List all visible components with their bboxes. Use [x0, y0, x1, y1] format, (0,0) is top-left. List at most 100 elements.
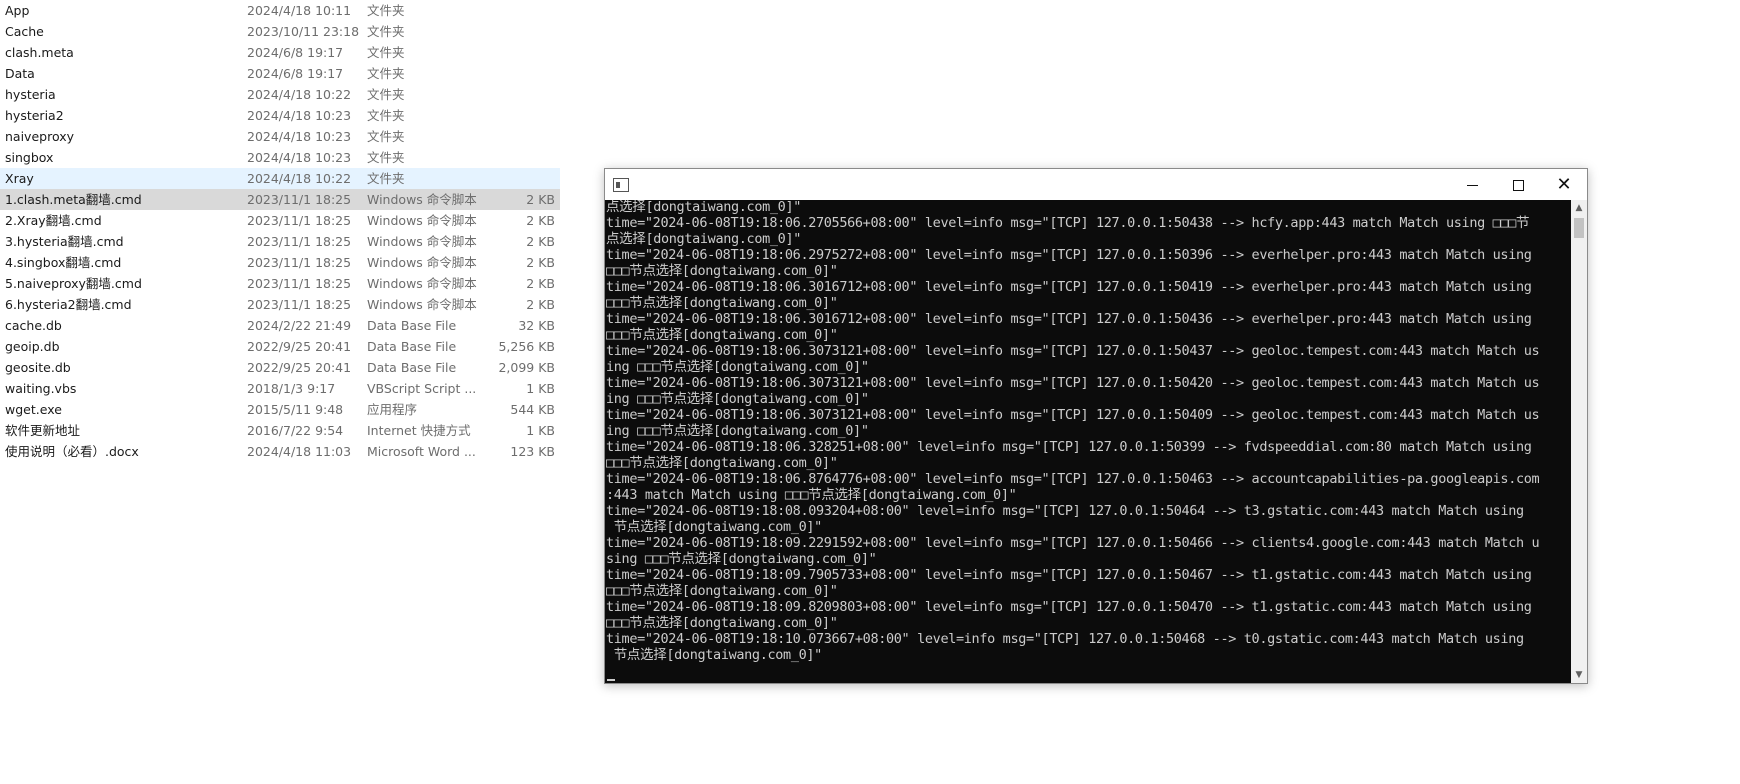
console-line: time="2024-06-08T19:18:06.3016712+08:00"…: [606, 311, 1532, 327]
file-type: Windows 命令脚本: [367, 255, 477, 270]
file-row[interactable]: geoip.db 2022/9/25 20:41 Data Base File 5,2…: [0, 336, 560, 357]
maximize-button[interactable]: [1495, 169, 1541, 200]
file-row[interactable]: Xray 2024/4/18 10:22 文件夹: [0, 168, 560, 189]
file-name: clash.meta: [5, 45, 74, 60]
file-row[interactable]: 1.clash.meta翻墙.cmd 2023/11/1 18:25 Windows…: [0, 189, 560, 210]
file-type: VBScript Script ...: [367, 381, 477, 396]
file-name: geoip.db: [5, 339, 60, 354]
file-row[interactable]: 软件更新地址 2016/7/22 9:54 Internet 快捷方式 1 KB: [0, 420, 560, 441]
file-name: 4.singbox翻墙.cmd: [5, 255, 122, 270]
console-line: □□□节点选择[dongtaiwang.com_0]": [606, 583, 838, 599]
console-line: time="2024-06-08T19:18:06.2705566+08:00"…: [606, 215, 1530, 231]
file-row[interactable]: hysteria2 2024/4/18 10:23 文件夹: [0, 105, 560, 126]
file-type: Windows 命令脚本: [367, 192, 477, 207]
file-name: 6.hysteria2翻墙.cmd: [5, 297, 132, 312]
file-row[interactable]: clash.meta 2024/6/8 19:17 文件夹: [0, 42, 560, 63]
file-row[interactable]: 5.naiveproxy翻墙.cmd 2023/11/1 18:25 Windows…: [0, 273, 560, 294]
console-line: time="2024-06-08T19:18:09.7905733+08:00"…: [606, 567, 1532, 583]
console-line: ing □□□节点选择[dongtaiwang.com_0]": [606, 423, 869, 439]
file-type: 文件夹: [367, 45, 405, 60]
file-row[interactable]: singbox 2024/4/18 10:23 文件夹: [0, 147, 560, 168]
file-row[interactable]: waiting.vbs 2018/1/3 9:17 VBScript Script …: [0, 378, 560, 399]
scroll-thumb[interactable]: [1574, 218, 1584, 238]
file-size: 1 KB: [526, 423, 555, 438]
file-name: hysteria2: [5, 108, 64, 123]
file-type: Internet 快捷方式: [367, 423, 471, 438]
file-type: Windows 命令脚本: [367, 234, 477, 249]
console-line: □□□节点选择[dongtaiwang.com_0]": [606, 295, 838, 311]
scroll-up-arrow-icon[interactable]: ▲: [1571, 200, 1587, 216]
file-name: Cache: [5, 24, 44, 39]
file-row[interactable]: naiveproxy 2024/4/18 10:23 文件夹: [0, 126, 560, 147]
file-row[interactable]: 6.hysteria2翻墙.cmd 2023/11/1 18:25 Windows …: [0, 294, 560, 315]
file-row[interactable]: geosite.db 2022/9/25 20:41 Data Base File 2…: [0, 357, 560, 378]
file-row[interactable]: cache.db 2024/2/22 21:49 Data Base File 32 …: [0, 315, 560, 336]
console-line: time="2024-06-08T19:18:09.8209803+08:00"…: [606, 599, 1532, 615]
file-date: 2024/4/18 10:23: [247, 129, 352, 144]
maximize-icon: [1512, 180, 1524, 191]
file-size: 2 KB: [526, 192, 555, 207]
file-type: 文件夹: [367, 87, 405, 102]
file-date: 2024/4/18 10:23: [247, 150, 352, 165]
file-row[interactable]: 4.singbox翻墙.cmd 2023/11/1 18:25 Windows 命令…: [0, 252, 560, 273]
file-name: waiting.vbs: [5, 381, 77, 396]
file-type: Windows 命令脚本: [367, 276, 477, 291]
console-app-icon[interactable]: [613, 178, 629, 192]
file-date: 2022/9/25 20:41: [247, 360, 352, 375]
file-size: 2 KB: [526, 276, 555, 291]
file-row[interactable]: 3.hysteria翻墙.cmd 2023/11/1 18:25 Windows 命…: [0, 231, 560, 252]
file-date: 2023/11/1 18:25: [247, 297, 352, 312]
file-date: 2016/7/22 9:54: [247, 423, 344, 438]
scroll-down-arrow-icon[interactable]: ▼: [1571, 667, 1587, 683]
console-line: time="2024-06-08T19:18:06.3016712+08:00"…: [606, 279, 1532, 295]
console-line: 节点选择[dongtaiwang.com_0]": [606, 519, 823, 535]
file-list: App 2024/4/18 10:11 文件夹 Cache 2023/10/11 23:…: [0, 0, 560, 462]
console-line: □□□节点选择[dongtaiwang.com_0]": [606, 327, 838, 343]
close-button[interactable]: ✕: [1541, 169, 1587, 200]
file-date: 2024/6/8 19:17: [247, 45, 344, 60]
file-size: 2 KB: [526, 255, 555, 270]
file-size: 5,256 KB: [498, 339, 555, 354]
console-line: 点选择[dongtaiwang.com_0]": [606, 231, 802, 247]
console-titlebar[interactable]: ✕: [605, 169, 1587, 200]
file-type: Data Base File: [367, 318, 457, 333]
file-date: 2023/11/1 18:25: [247, 234, 352, 249]
file-size: 2,099 KB: [498, 360, 555, 375]
minimize-icon: [1466, 185, 1478, 186]
console-line: time="2024-06-08T19:18:09.2291592+08:00"…: [606, 535, 1540, 551]
file-type: 文件夹: [367, 171, 405, 186]
file-row[interactable]: wget.exe 2015/5/11 9:48 应用程序 544 KB: [0, 399, 560, 420]
file-size: 32 KB: [518, 318, 555, 333]
file-date: 2023/10/11 23:18: [247, 24, 360, 39]
file-name: geosite.db: [5, 360, 71, 375]
file-name: 1.clash.meta翻墙.cmd: [5, 192, 142, 207]
file-type: 文件夹: [367, 3, 405, 18]
file-name: naiveproxy: [5, 129, 75, 144]
file-row[interactable]: Data 2024/6/8 19:17 文件夹: [0, 63, 560, 84]
console-line: sing □□□节点选择[dongtaiwang.com_0]": [606, 551, 877, 567]
file-row[interactable]: Cache 2023/10/11 23:18 文件夹: [0, 21, 560, 42]
file-name: 3.hysteria翻墙.cmd: [5, 234, 124, 249]
file-size: 1 KB: [526, 381, 555, 396]
file-date: 2023/11/1 18:25: [247, 192, 352, 207]
file-date: 2024/6/8 19:17: [247, 66, 344, 81]
file-row[interactable]: 2.Xray翻墙.cmd 2023/11/1 18:25 Windows 命令脚本 2…: [0, 210, 560, 231]
file-name: Xray: [5, 171, 34, 186]
file-name: cache.db: [5, 318, 62, 333]
file-row[interactable]: 使用说明（必看）.docx 2024/4/18 11:03 Microsoft Wo…: [0, 441, 560, 462]
file-date: 2024/4/18 10:11: [247, 3, 352, 18]
vertical-scrollbar[interactable]: ▲ ▼: [1571, 200, 1587, 683]
file-type: Data Base File: [367, 339, 457, 354]
text-cursor: [607, 679, 615, 681]
console-line: □□□节点选择[dongtaiwang.com_0]": [606, 263, 838, 279]
file-date: 2024/4/18 11:03: [247, 444, 352, 459]
file-name: 5.naiveproxy翻墙.cmd: [5, 276, 142, 291]
file-date: 2022/9/25 20:41: [247, 339, 352, 354]
file-row[interactable]: App 2024/4/18 10:11 文件夹: [0, 0, 560, 21]
minimize-button[interactable]: [1449, 169, 1495, 200]
file-type: Data Base File: [367, 360, 457, 375]
file-row[interactable]: hysteria 2024/4/18 10:22 文件夹: [0, 84, 560, 105]
console-output[interactable]: 点选择[dongtaiwang.com_0]" time="2024-06-08T…: [605, 200, 1571, 683]
file-size: 2 KB: [526, 234, 555, 249]
console-window[interactable]: ✕ 点选择[dongtaiwang.com_0]" time="2024-06-0…: [604, 168, 1588, 684]
